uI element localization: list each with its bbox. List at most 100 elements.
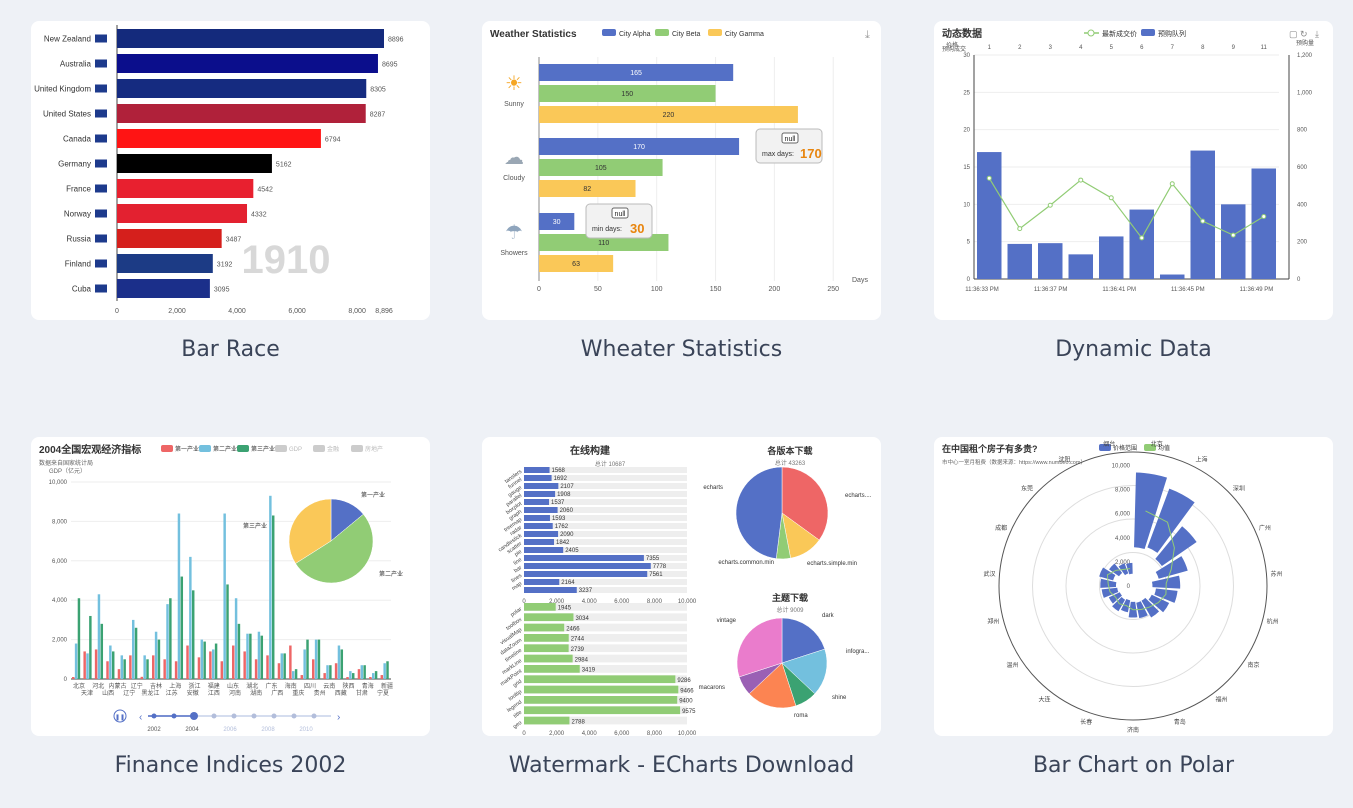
city-label: 武汉 <box>983 570 995 578</box>
legend-label: 第三产业 <box>251 445 275 453</box>
bar <box>314 639 318 679</box>
max-tooltip-null-label: null <box>785 136 796 143</box>
timeline-dot <box>311 713 317 719</box>
flag-icon <box>95 134 107 143</box>
timeline-label: 2006 <box>223 727 237 733</box>
versions-pie-title: 各版本下载 <box>766 445 812 456</box>
bar-value-label: 63 <box>572 261 580 268</box>
pie-label: infogra... <box>846 649 870 655</box>
chart-title: 在中国租个房子有多贵? <box>942 443 1038 454</box>
caption-watermark-echarts-download[interactable]: Watermark - ECharts Download <box>482 753 881 778</box>
card-weather-statistics[interactable]: Weather Statistics City Alpha City Beta Cit… <box>482 21 881 320</box>
component-download-bar <box>524 696 678 704</box>
versions-pie-slice <box>735 466 783 559</box>
chart-subtitle: 总计 10687 <box>595 460 626 468</box>
bar <box>977 152 1002 279</box>
component-download-bar <box>524 634 569 642</box>
right-tick-label: 600 <box>1297 165 1308 171</box>
x-tick-label: 山西 <box>102 689 114 697</box>
x-tick-label: 湖南 <box>250 689 262 697</box>
flag-icon <box>95 259 107 268</box>
bar <box>323 673 326 679</box>
bar <box>1190 150 1215 279</box>
category-label: Sunny <box>504 101 524 108</box>
bar <box>117 254 213 273</box>
themes-pie-title: 主题下载 <box>772 592 808 603</box>
min-tooltip-label: min days: <box>592 226 622 233</box>
city-label: 广州 <box>1259 524 1271 532</box>
online-build-value-label: 2164 <box>561 580 575 586</box>
bar <box>312 659 315 679</box>
online-build-bar <box>524 547 564 553</box>
component-download-category-label: polar <box>510 606 524 618</box>
right-tick-label: 800 <box>1297 128 1308 134</box>
caption-weather-statistics[interactable]: Wheater Statistics <box>482 337 881 362</box>
x-tick-label: 150 <box>710 286 722 293</box>
city-label: 青岛 <box>1174 718 1186 726</box>
chart-title: 在线构建 <box>570 444 611 457</box>
x-tick-label: 山东 <box>227 682 239 690</box>
pie-label: echarts.... <box>845 493 872 499</box>
bar <box>1099 236 1124 279</box>
caption-bar-race[interactable]: Bar Race <box>31 337 430 362</box>
component-download-x-tick-label: 8,000 <box>647 731 663 736</box>
save-icon: ▢ <box>1289 29 1298 39</box>
caption-bar-chart-on-polar[interactable]: Bar Chart on Polar <box>934 753 1333 778</box>
timeline-label: 2002 <box>147 727 161 733</box>
component-download-x-tick-label: 10,000 <box>678 731 697 736</box>
category-label: United States <box>43 110 91 119</box>
chart-subtitle: 数据来自国家统计局 <box>39 459 93 467</box>
card-finance-indices[interactable]: 2004全国宏观经济指标 数据来自国家统计局 GDP（亿元） 第一产业 第二产业 第三产业… <box>31 437 430 736</box>
bar <box>1068 254 1093 279</box>
left-tick-label: 0 <box>967 277 971 283</box>
bar-value-label: 170 <box>633 144 645 151</box>
bar <box>186 645 189 679</box>
flag-icon <box>95 159 107 168</box>
x-tick-label: 11:36:41 PM <box>1102 287 1136 293</box>
polar-ring <box>998 451 1268 721</box>
x-tick-label: 重庆 <box>292 689 304 697</box>
bar <box>123 659 126 679</box>
y-tick-label: 6,000 <box>52 559 68 565</box>
bar-polar-chart: 在中国租个房子有多贵?市中心一室月租费（数据来源：https://www.num… <box>942 440 1283 734</box>
card-watermark-echarts-download[interactable]: 在线构建 总计 10687 1568 tanslers 1692 funnel 2107 ga… <box>482 437 881 736</box>
radial-tick-label: 8,000 <box>1115 488 1131 494</box>
flag-icon <box>95 284 107 293</box>
card-bar-chart-on-polar[interactable]: 在中国租个房子有多贵? 市中心一室月租费（数据来源：https://www.num… <box>934 437 1333 736</box>
left-tick-label: 10 <box>963 202 970 208</box>
bar <box>174 661 178 679</box>
bar <box>380 675 384 679</box>
axis-name: Days <box>852 277 868 284</box>
bar <box>300 675 304 679</box>
line-point <box>1017 226 1023 232</box>
city-label: 杭州 <box>1267 617 1279 625</box>
bar <box>140 676 144 679</box>
x-tick-label: 河北 <box>92 682 104 690</box>
pie-label: roma <box>794 713 808 719</box>
caption-finance-indices[interactable]: Finance Indices 2002 <box>31 753 430 778</box>
flag-icon <box>95 234 107 243</box>
component-download-category-label: title <box>513 710 523 720</box>
bar <box>120 655 124 679</box>
card-bar-race[interactable]: New Zealand 8896 Australia 8695 United Kingd… <box>31 21 430 320</box>
online-build-value-label: 3237 <box>579 588 593 594</box>
x-tick-label: 8,896 <box>375 308 393 315</box>
bar-value-label: 30 <box>553 219 561 226</box>
component-download-value-label: 9286 <box>677 678 691 684</box>
refresh-icon: ↻ <box>1300 29 1308 39</box>
x-tick-label: 北京 <box>73 682 85 690</box>
component-download-value-label: 9400 <box>679 699 693 705</box>
legend-swatch <box>655 29 669 36</box>
top-tick-label: 11 <box>1261 45 1268 51</box>
weather-statistics-chart: Weather Statistics City Alpha City Beta Cit… <box>490 29 870 293</box>
legend-label: GDP <box>289 447 302 453</box>
component-download-category-label: grid <box>512 679 523 689</box>
category-label: Australia <box>60 60 92 69</box>
online-build-value-label: 7355 <box>646 556 660 562</box>
card-dynamic-data[interactable]: 动态数据 最新成交价 预购队列 ▢ ↻ ⤓ 价格 预购成交 预购量 1 2 3 4 5 6 7 8 9 11 0 5 10… <box>934 21 1333 320</box>
legend-label: 价格范围 <box>1113 444 1137 452</box>
caption-dynamic-data[interactable]: Dynamic Data <box>934 337 1333 362</box>
component-download-bar <box>524 685 679 694</box>
bar <box>277 663 281 679</box>
left-tick-label: 20 <box>963 128 970 134</box>
